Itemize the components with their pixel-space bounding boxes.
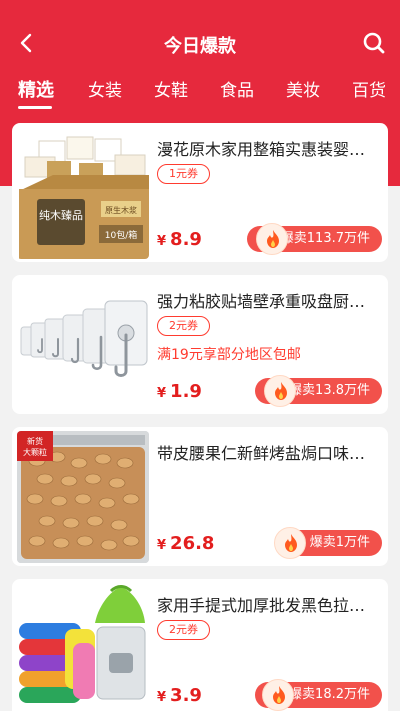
product-card[interactable]: 家用手提式加厚批发黑色拉… 2元券 ¥3.9 爆卖18.2万件 — [12, 579, 388, 711]
shipping-promo: 满19元享部分地区包邮 — [157, 347, 301, 363]
tissue-box-icon: 纯木臻品 原生木浆 10包/箱 — [19, 136, 149, 259]
cashew-nuts-icon: 新货 大颗粒 — [17, 431, 149, 563]
product-price: ¥3.9 — [157, 685, 202, 706]
product-image-hooks[interactable] — [17, 279, 149, 411]
title-bar: 今日爆款 — [0, 20, 400, 66]
page-title: 今日爆款 — [164, 36, 236, 57]
fire-icon — [256, 223, 288, 255]
product-image-garbage-bags[interactable] — [17, 583, 149, 711]
tab-beauty[interactable]: 美妆 — [286, 76, 320, 101]
coupon-badge: 2元券 — [157, 620, 210, 640]
product-title[interactable]: 强力粘胶贴墙壁承重吸盘厨… — [157, 288, 381, 312]
product-price: ¥1.9 — [157, 381, 202, 402]
product-title[interactable]: 带皮腰果仁新鲜烤盐焗口味… — [157, 440, 381, 464]
svg-text:新货: 新货 — [27, 436, 43, 446]
coupon-badge: 1元券 — [157, 164, 210, 184]
fire-icon — [262, 679, 294, 711]
product-title[interactable]: 家用手提式加厚批发黑色拉… — [157, 592, 381, 616]
garbage-bags-icon — [19, 585, 146, 703]
product-card[interactable]: 新货 大颗粒 带皮腰果仁新鲜烤盐焗口味… ¥26.8 爆卖1万件 — [12, 427, 388, 566]
product-card[interactable]: 纯木臻品 原生木浆 10包/箱 漫花原木家用整箱实惠装婴… 1元券 ¥8.9 爆… — [12, 123, 388, 262]
tab-womens-clothing[interactable]: 女装 — [88, 76, 122, 101]
svg-text:10包/箱: 10包/箱 — [105, 229, 138, 241]
product-card[interactable]: 强力粘胶贴墙壁承重吸盘厨… 2元券 满19元享部分地区包邮 ¥1.9 爆卖13.… — [12, 275, 388, 414]
tab-food[interactable]: 食品 — [220, 76, 254, 101]
product-price: ¥8.9 — [157, 229, 202, 250]
product-title[interactable]: 漫花原木家用整箱实惠装婴… — [157, 136, 381, 160]
coupon-badge: 2元券 — [157, 316, 210, 336]
product-price: ¥26.8 — [157, 533, 215, 554]
svg-text:纯木臻品: 纯木臻品 — [39, 208, 83, 222]
product-image-cashews[interactable]: 新货 大颗粒 — [17, 431, 149, 563]
product-image-tissue[interactable]: 纯木臻品 原生木浆 10包/箱 — [17, 127, 149, 259]
fire-icon — [274, 527, 306, 559]
tab-general-goods[interactable]: 百货 — [352, 76, 386, 101]
search-icon[interactable] — [360, 29, 388, 57]
category-tabs: 精选 女装 女鞋 食品 美妆 百货 — [0, 76, 400, 106]
fire-icon — [264, 375, 296, 407]
svg-text:大颗粒: 大颗粒 — [23, 447, 47, 457]
wall-hooks-icon — [20, 300, 148, 377]
svg-text:原生木浆: 原生木浆 — [105, 205, 137, 215]
tab-womens-shoes[interactable]: 女鞋 — [154, 76, 188, 101]
active-tab-indicator — [18, 106, 52, 109]
tab-featured[interactable]: 精选 — [18, 76, 54, 102]
